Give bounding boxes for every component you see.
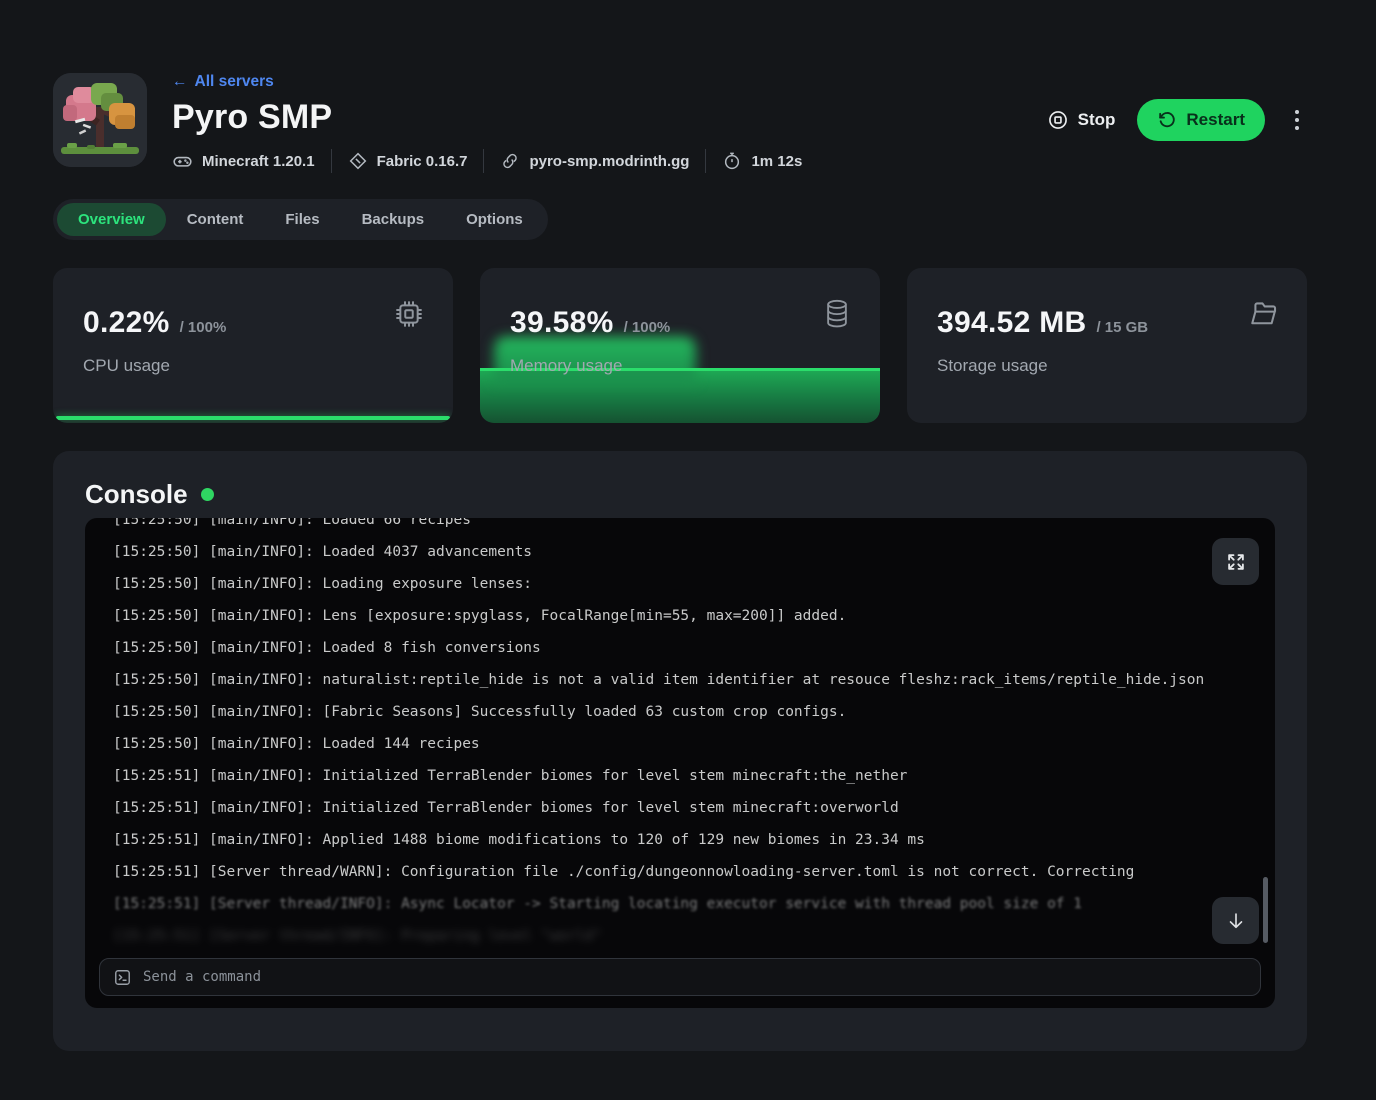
- memory-value: 39.58%: [510, 306, 614, 340]
- arrow-down-icon: [1225, 910, 1247, 932]
- console-line: [15:25:50] [main/INFO]: naturalist:repti…: [113, 664, 1275, 696]
- uptime: 1m 12s: [722, 151, 802, 171]
- console-terminal[interactable]: [15:25:50] [main/INFO]: Loaded 66 recipe…: [85, 518, 1275, 1008]
- tab-options[interactable]: Options: [445, 203, 544, 236]
- loader-version: Fabric 0.16.7: [348, 151, 468, 171]
- console-log: [15:25:50] [main/INFO]: Loaded 66 recipe…: [85, 518, 1275, 958]
- console-line: [15:25:51] [main/INFO]: Initialized Terr…: [113, 792, 1275, 824]
- uptime-label: 1m 12s: [751, 153, 802, 170]
- minecraft-version-label: Minecraft 1.20.1: [202, 153, 315, 170]
- divider: [483, 149, 484, 173]
- console-line: [15:25:51] [main/INFO]: Applied 1488 bio…: [113, 824, 1275, 856]
- cpu-limit: / 100%: [180, 319, 227, 336]
- cpu-icon: [393, 298, 425, 330]
- gamepad-icon: [172, 151, 193, 172]
- online-status-dot: [201, 488, 214, 501]
- back-arrow-icon: ←: [172, 73, 188, 91]
- restart-button[interactable]: Restart: [1137, 99, 1265, 141]
- console-line: [15:25:51] [Server thread/WARN]: Configu…: [113, 856, 1275, 888]
- memory-limit: / 100%: [624, 319, 671, 336]
- console-line: [15:25:50] [main/INFO]: Loaded 144 recip…: [113, 728, 1275, 760]
- timer-icon: [722, 151, 742, 171]
- tab-bar: Overview Content Files Backups Options: [53, 199, 548, 240]
- cpu-label: CPU usage: [83, 356, 423, 376]
- all-servers-label: All servers: [195, 73, 274, 91]
- console-title: Console: [85, 479, 188, 510]
- header-actions: Stop Restart: [1047, 99, 1307, 141]
- console-line: [15:25:50] [main/INFO]: Loaded 8 fish co…: [113, 632, 1275, 664]
- database-icon: [822, 298, 852, 330]
- restart-label: Restart: [1186, 110, 1245, 130]
- expand-console-button[interactable]: [1212, 538, 1259, 585]
- page-title: Pyro SMP: [172, 98, 802, 137]
- divider: [331, 149, 332, 173]
- command-input[interactable]: [143, 969, 1247, 985]
- stats-row: 0.22% / 100% CPU usage 39.58% / 100% Mem…: [53, 268, 1307, 423]
- server-address-label: pyro-smp.modrinth.gg: [529, 153, 689, 170]
- restart-icon: [1157, 110, 1177, 130]
- loader-version-label: Fabric 0.16.7: [377, 153, 468, 170]
- console-line: [15:25:50] [main/INFO]: Loaded 66 recipe…: [113, 518, 1275, 536]
- command-input-wrapper[interactable]: [99, 958, 1261, 996]
- terminal-prompt-icon: [113, 968, 132, 987]
- console-line: [15:25:50] [main/INFO]: Loading exposure…: [113, 568, 1275, 600]
- all-servers-link[interactable]: ← All servers: [172, 73, 274, 91]
- stop-icon: [1047, 109, 1069, 131]
- memory-label: Memory usage: [510, 356, 850, 376]
- folder-icon: [1246, 298, 1279, 328]
- console-line: [15:25:51] [Server thread/INFO]: Prepari…: [113, 920, 1275, 952]
- cpu-value: 0.22%: [83, 306, 170, 340]
- fullscreen-icon: [1225, 551, 1247, 573]
- link-icon: [500, 151, 520, 171]
- scroll-to-bottom-button[interactable]: [1212, 897, 1259, 944]
- tree-avatar-image: [53, 73, 147, 167]
- stop-label: Stop: [1078, 110, 1116, 130]
- server-address[interactable]: pyro-smp.modrinth.gg: [500, 151, 689, 171]
- loader-icon: [348, 151, 368, 171]
- server-avatar: [53, 73, 147, 167]
- server-header: ← All servers Pyro SMP Minecraft 1.20.1: [53, 0, 1307, 173]
- tab-backups[interactable]: Backups: [341, 203, 446, 236]
- storage-limit: / 15 GB: [1096, 319, 1148, 336]
- console-line: [15:25:50] [main/INFO]: Loaded 4037 adva…: [113, 536, 1275, 568]
- memory-usage-card: 39.58% / 100% Memory usage: [480, 268, 880, 423]
- stop-button[interactable]: Stop: [1047, 109, 1116, 131]
- storage-label: Storage usage: [937, 356, 1277, 376]
- server-meta-row: Minecraft 1.20.1 Fabric 0.16.7: [172, 149, 802, 173]
- console-panel: Console [15:25:50] [main/INFO]: Loaded 6…: [53, 451, 1307, 1051]
- tab-content[interactable]: Content: [166, 203, 265, 236]
- kebab-icon: [1295, 110, 1299, 114]
- console-line: [15:25:50] [main/INFO]: Lens [exposure:s…: [113, 600, 1275, 632]
- console-line: [15:25:51] [Server thread/INFO]: Async L…: [113, 888, 1275, 920]
- storage-value: 394.52 MB: [937, 306, 1086, 340]
- tab-overview[interactable]: Overview: [57, 203, 166, 236]
- console-line: [15:25:51] [main/INFO]: Initialized Terr…: [113, 760, 1275, 792]
- console-line: [15:25:50] [main/INFO]: [Fabric Seasons]…: [113, 696, 1275, 728]
- tab-files[interactable]: Files: [264, 203, 340, 236]
- minecraft-version: Minecraft 1.20.1: [172, 151, 315, 172]
- cpu-usage-card: 0.22% / 100% CPU usage: [53, 268, 453, 423]
- more-options-button[interactable]: [1287, 104, 1307, 136]
- storage-usage-card: 394.52 MB / 15 GB Storage usage: [907, 268, 1307, 423]
- cpu-usage-bar: [56, 416, 450, 420]
- divider: [705, 149, 706, 173]
- console-scrollbar[interactable]: [1263, 877, 1268, 943]
